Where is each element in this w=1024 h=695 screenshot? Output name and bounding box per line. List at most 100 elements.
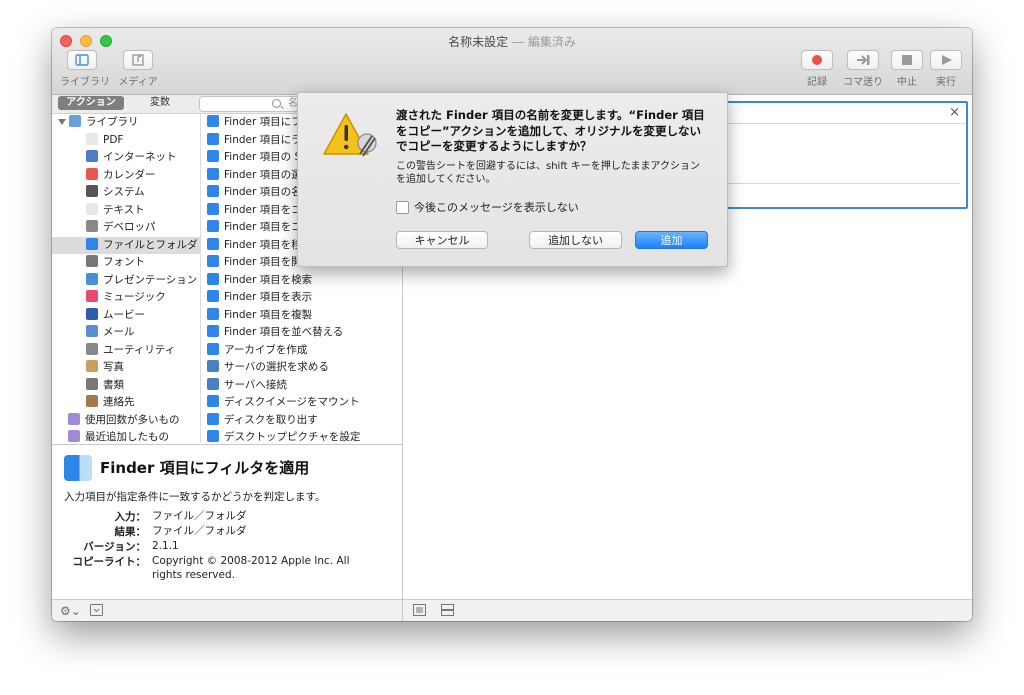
description-title: Finder 項目にフィルタを適用 [100, 459, 310, 477]
font-icon [86, 255, 98, 267]
finder-icon [207, 220, 219, 232]
media-toolbar-button[interactable]: メディア [116, 50, 160, 88]
calendar-icon [86, 167, 98, 180]
finder-icon [86, 237, 98, 250]
action-item-label: Finder 項目の S [224, 151, 302, 163]
action-item-label: Finder 項目を並べ替える [224, 326, 344, 338]
action-item-label: Finder 項目の選 [224, 168, 302, 181]
system-icon [86, 185, 98, 197]
disclosure-triangle-icon[interactable] [58, 119, 66, 125]
library-label: ライブラリ [60, 77, 110, 88]
step-label: コマ送り [843, 77, 883, 88]
action-item-label: Finder 項目にラ [224, 133, 302, 146]
library-item[interactable]: 書類 [52, 377, 200, 395]
library-item[interactable]: カレンダー [52, 167, 200, 185]
version-value: 2.1.1 [152, 540, 179, 552]
checkbox-box[interactable] [396, 200, 409, 214]
result-label: 結果： [114, 526, 147, 538]
description-summary: 入力項目が指定条件に一致するかどうかを判定します。 [64, 491, 326, 503]
window-title: 名称未設定 — 編集済み [52, 33, 972, 50]
action-item[interactable]: アーカイブを作成 [201, 342, 402, 360]
utilities-icon [86, 342, 98, 355]
library-item[interactable]: システム [52, 184, 200, 202]
record-toolbar-button[interactable]: 記録 [798, 50, 836, 88]
action-item[interactable]: サーバの選択を求める [201, 359, 402, 377]
action-item-label: Finder 項目を表示 [224, 291, 313, 303]
library-item[interactable]: 写真 [52, 359, 200, 377]
sidebar-icon [67, 50, 97, 70]
library-item[interactable]: インターネット [52, 149, 200, 167]
library-item[interactable]: 使用回数が多いもの [52, 412, 200, 430]
action-item[interactable]: Finder 項目を複製 [201, 307, 402, 325]
result-value: ファイル／フォルダ [152, 525, 247, 537]
library-item[interactable]: ミュージック [52, 289, 200, 307]
finder-icon [207, 342, 219, 355]
library-item[interactable]: ムービー [52, 307, 200, 325]
library-item-label: ムービー [103, 308, 145, 321]
play-icon [930, 50, 962, 70]
tab-variables[interactable]: 変数 [150, 96, 170, 110]
library-item-label: 連絡先 [103, 396, 135, 408]
remove-action-icon[interactable]: × [949, 105, 960, 120]
library-toolbar-button[interactable]: ライブラリ [60, 50, 110, 88]
library-item[interactable]: ユーティリティ [52, 342, 200, 360]
checkbox-label: 今後このメッセージを表示しない [414, 201, 579, 214]
pdf-icon [86, 132, 98, 145]
finder-icon [207, 430, 219, 442]
library-item[interactable]: 連絡先 [52, 394, 200, 412]
run-toolbar-button[interactable]: 実行 [928, 50, 964, 88]
library-item[interactable]: メール [52, 324, 200, 342]
stop-toolbar-button[interactable]: 中止 [890, 50, 924, 88]
globe-icon [207, 377, 219, 390]
library-item-label: テキスト [103, 203, 145, 216]
finder-icon [207, 185, 219, 197]
copyright-row: コピーライト： Copyright © 2008-2012 Apple Inc. … [64, 554, 394, 582]
alert-sheet: 渡された Finder 項目の名前を変更します。“Finder 項目をコピー”ア… [297, 92, 728, 267]
step-icon [847, 50, 879, 70]
action-description: Finder 項目にフィルタを適用 入力項目が指定条件に一致するかどうかを判定し… [52, 444, 402, 600]
input-row: 入力： ファイル／フォルダ [64, 509, 394, 524]
action-item[interactable]: Finder 項目を並べ替える [201, 324, 402, 342]
add-button[interactable]: 追加 [635, 231, 708, 249]
library-list: ライブラリ PDF インターネット カレンダー システム テキストデベロッパ ファイルとフォ… [52, 114, 201, 443]
cancel-button[interactable]: キャンセル [396, 231, 488, 249]
suppress-checkbox[interactable]: 今後このメッセージを表示しない [396, 199, 579, 215]
contacts-icon [86, 395, 98, 407]
list-view-icon[interactable] [413, 604, 426, 619]
library-item[interactable]: テキスト [52, 202, 200, 220]
text-icon [86, 202, 98, 215]
action-item[interactable]: Finder 項目を検索 [201, 272, 402, 290]
library-item[interactable]: ライブラリ [52, 114, 200, 132]
result-row: 結果： ファイル／フォルダ [64, 524, 394, 539]
search-field[interactable]: 名 [199, 96, 311, 112]
library-item[interactable]: フォント [52, 254, 200, 272]
run-label: 実行 [936, 77, 956, 88]
action-item[interactable]: デスクトップピクチャを設定 [201, 429, 402, 443]
tab-actions[interactable]: アクション [58, 96, 124, 110]
dont-add-button[interactable]: 追加しない [529, 231, 622, 249]
library-item[interactable]: ファイルとフォルダ [52, 236, 200, 254]
action-item-label: サーバへ接続 [224, 378, 287, 391]
library-icon [69, 115, 81, 127]
action-item[interactable]: ディスクイメージをマウント [201, 394, 402, 412]
step-toolbar-button[interactable]: コマ送り [838, 50, 888, 88]
library-item[interactable]: PDF [52, 132, 200, 150]
library-item[interactable]: 最近追加したもの [52, 429, 200, 443]
action-item-label: Finder 項目を複製 [224, 308, 313, 321]
action-item[interactable]: サーバへ接続 [201, 377, 402, 395]
library-item[interactable]: デベロッパ [52, 219, 200, 237]
action-item[interactable]: ディスクを取り出す [201, 412, 402, 430]
split-view-icon[interactable] [441, 604, 454, 619]
library-item-label: ライブラリ [86, 116, 139, 128]
library-item-label: 最近追加したもの [85, 431, 169, 443]
finder-icon [207, 412, 219, 425]
gear-menu-icon[interactable]: ⚙︎⌄ [60, 604, 81, 618]
action-item-label: Finder 項目をコ [224, 203, 302, 216]
finder-icon [207, 272, 219, 285]
record-icon [801, 50, 833, 70]
library-item[interactable]: プレゼンテーション [52, 272, 200, 290]
workflow-bottom-bar [403, 599, 972, 621]
version-row: バージョン： 2.1.1 [64, 539, 394, 554]
description-toggle-icon[interactable] [90, 604, 103, 619]
action-item[interactable]: Finder 項目を表示 [201, 289, 402, 307]
